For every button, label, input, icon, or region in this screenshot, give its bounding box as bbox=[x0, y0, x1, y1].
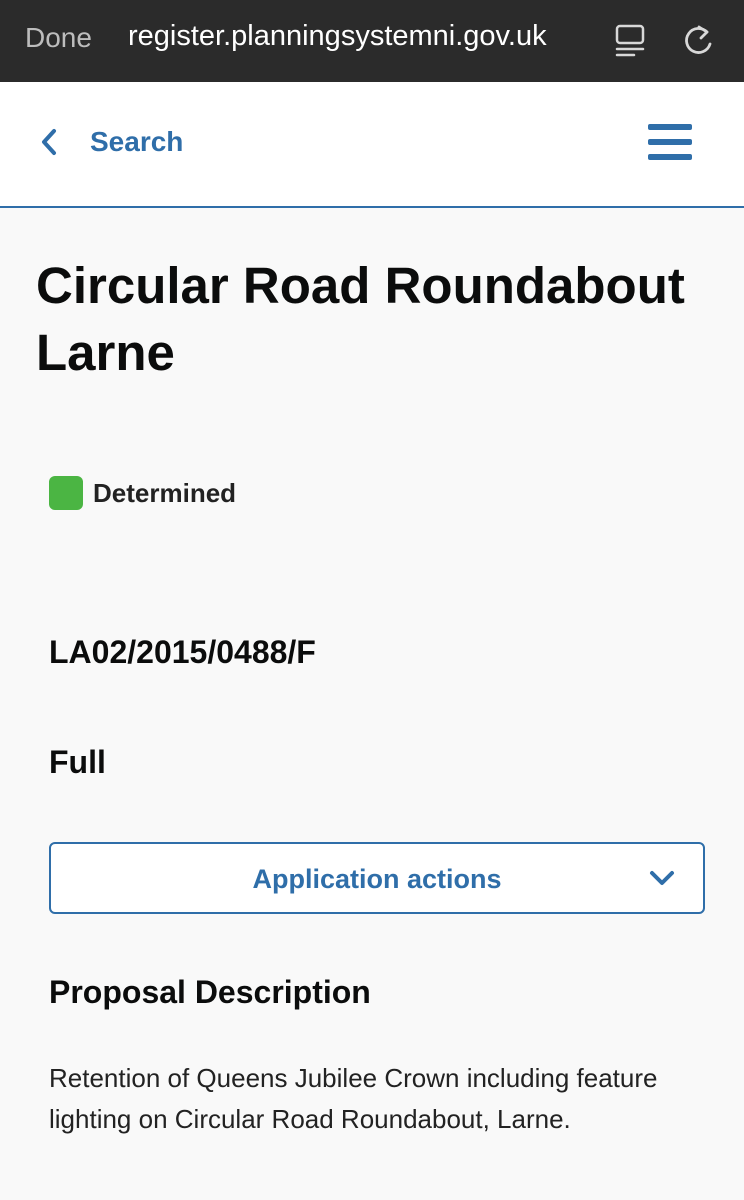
application-actions-label: Application actions bbox=[252, 864, 502, 894]
chevron-down-icon bbox=[650, 871, 674, 885]
status-color-swatch bbox=[49, 476, 83, 510]
status-label: Determined bbox=[93, 477, 237, 508]
application-reference: LA02/2015/0488/F bbox=[49, 634, 316, 670]
proposal-description-heading: Proposal Description bbox=[49, 974, 371, 1010]
browser-toolbar: Done register.planningsystemni.gov.uk bbox=[0, 0, 744, 82]
url-field[interactable]: register.planningsystemni.gov.uk bbox=[128, 20, 547, 53]
page-title: Circular Road Roundabout Larne bbox=[36, 257, 685, 381]
hamburger-menu-icon[interactable] bbox=[648, 124, 694, 164]
reload-icon[interactable] bbox=[680, 22, 716, 58]
application-type: Full bbox=[49, 744, 106, 780]
back-to-search-link[interactable]: Search bbox=[38, 126, 183, 158]
back-link-label: Search bbox=[90, 126, 184, 157]
reader-icon[interactable] bbox=[614, 24, 646, 58]
site-header: Search bbox=[0, 82, 744, 208]
chevron-left-icon bbox=[42, 129, 56, 155]
done-button[interactable]: Done bbox=[25, 22, 92, 54]
status-badge: Determined bbox=[49, 476, 236, 510]
proposal-description-text: Retention of Queens Jubilee Crown includ… bbox=[49, 1063, 658, 1134]
application-actions-button[interactable]: Application actions bbox=[49, 842, 705, 914]
